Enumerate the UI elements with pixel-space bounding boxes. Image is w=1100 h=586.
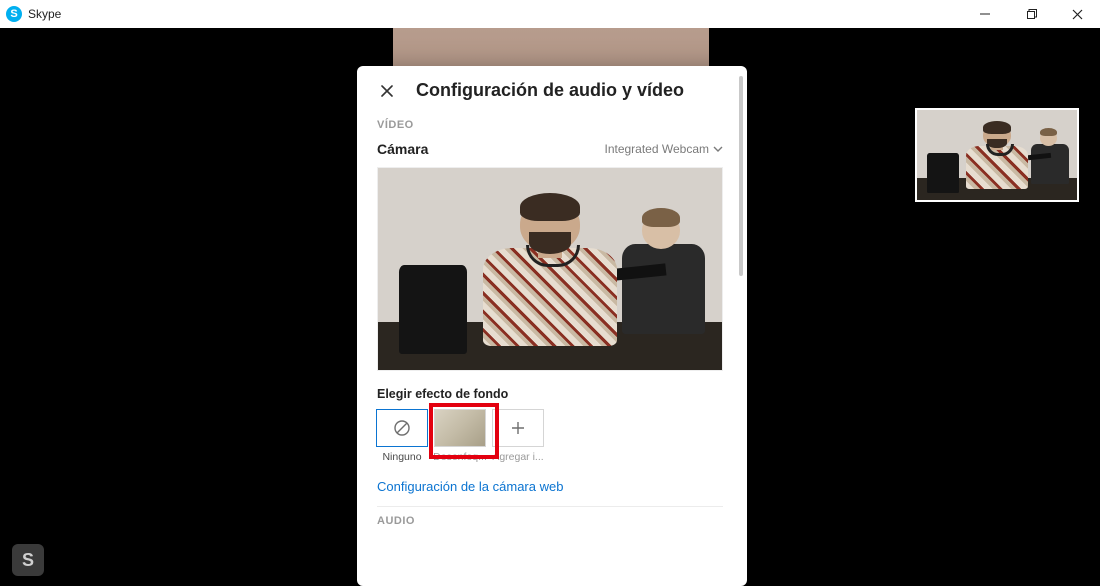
client-area: Configuración de audio y vídeo VÍDEO Cám…: [0, 28, 1100, 586]
camera-device-dropdown[interactable]: Integrated Webcam: [604, 142, 723, 156]
blur-thumb-icon: [434, 409, 486, 447]
chevron-down-icon: [713, 144, 723, 154]
effect-none[interactable]: Ninguno: [377, 409, 427, 463]
taskbar-skype-icon[interactable]: S: [12, 544, 44, 576]
audio-video-settings-dialog: Configuración de audio y vídeo VÍDEO Cám…: [357, 66, 747, 586]
audio-section-label: AUDIO: [357, 507, 743, 531]
camera-label: Cámara: [377, 141, 428, 157]
effect-none-label: Ninguno: [382, 451, 421, 463]
plus-icon: [510, 420, 526, 436]
skype-logo-icon: S: [6, 6, 22, 22]
none-icon: [393, 419, 411, 437]
background-effects-label: Elegir efecto de fondo: [357, 371, 743, 409]
dialog-title: Configuración de audio y vídeo: [397, 80, 703, 101]
camera-device-name: Integrated Webcam: [604, 142, 709, 156]
webcam-settings-link[interactable]: Configuración de la cámara web: [357, 463, 583, 500]
picture-in-picture[interactable]: [915, 108, 1079, 202]
title-bar: S Skype: [0, 0, 1100, 28]
effect-blur-label: Desenfoq...: [433, 451, 487, 463]
video-section-label: VÍDEO: [357, 111, 743, 135]
dialog-header: Configuración de audio y vídeo: [357, 66, 743, 111]
maximize-button[interactable]: [1008, 0, 1054, 28]
background-effects: Ninguno Desenfoq... Agregar i...: [357, 409, 743, 463]
camera-preview: [377, 167, 723, 371]
close-dialog-button[interactable]: [377, 81, 397, 101]
effect-add-image[interactable]: Agregar i...: [493, 409, 543, 463]
minimize-button[interactable]: [962, 0, 1008, 28]
effect-blur[interactable]: Desenfoq...: [435, 409, 485, 463]
effect-add-label: Agregar i...: [492, 451, 543, 463]
close-window-button[interactable]: [1054, 0, 1100, 28]
dialog-scrollbar[interactable]: [739, 76, 743, 276]
window-title: Skype: [28, 7, 61, 21]
camera-row: Cámara Integrated Webcam: [357, 135, 743, 163]
window-buttons: [962, 0, 1100, 28]
pip-scene: [917, 110, 1077, 200]
title-bar-left: S Skype: [6, 6, 61, 22]
